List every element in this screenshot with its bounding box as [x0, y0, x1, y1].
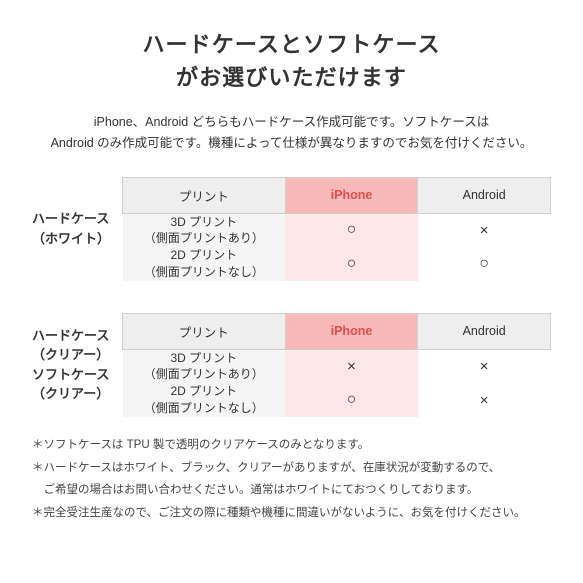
table2-row1-android: ×	[418, 349, 551, 383]
table2: プリント iPhone Android 3D プリント（側面プリントあり） × …	[122, 313, 551, 417]
note3: ご希望の場合はお問い合わせください。通常はホワイトにておつくりしております。	[32, 480, 551, 501]
table1-row1-iphone: ○	[285, 213, 418, 247]
note4: ＊完全受注生産なので、ご注文の際に種類や機種に間違いがないように、お気を付けくだ…	[32, 503, 551, 524]
subtitle-text: iPhone、Android どちらもハードケース作成可能です。ソフトケースは …	[32, 112, 551, 155]
col-iphone-header2: iPhone	[285, 313, 418, 349]
col-android-header1: Android	[418, 177, 551, 213]
col-android-header2: Android	[418, 313, 551, 349]
table2-row1-print: 3D プリント（側面プリントあり）	[123, 349, 286, 383]
table1-row1-print: 3D プリント（側面プリントあり）	[123, 213, 286, 247]
table2-row2: 2D プリント（側面プリントなし） ○ ×	[123, 383, 551, 417]
table2-row2-android: ×	[418, 383, 551, 417]
col-print-header2: プリント	[123, 313, 286, 349]
table2-section-label2: ソフトケース（クリアー）	[32, 367, 115, 402]
note1: ＊ソフトケースは TPU 製で透明のクリアケースのみとなります。	[32, 435, 551, 456]
page-container: ハードケースとソフトケース がお選びいただけます iPhone、Android …	[0, 0, 583, 550]
table2-section: ハードケース（クリアー） ソフトケース（クリアー） プリント iPhone A	[32, 313, 551, 417]
table1: プリント iPhone Android 3D プリント（側面プリントあり） ○ …	[122, 177, 551, 281]
table2-row1: 3D プリント（側面プリントあり） × ×	[123, 349, 551, 383]
table1-section: ハードケース（ホワイト） プリント iPhone Android	[32, 177, 551, 281]
table1-row2: 2D プリント（側面プリントなし） ○ ○	[123, 247, 551, 281]
table1-row2-android: ○	[418, 247, 551, 281]
col-print-header1: プリント	[123, 177, 286, 213]
col-iphone-header1: iPhone	[285, 177, 418, 213]
table2-row2-iphone: ○	[285, 383, 418, 417]
table1-row1-android: ×	[418, 213, 551, 247]
notes-section: ＊ソフトケースは TPU 製で透明のクリアケースのみとなります。 ＊ハードケース…	[32, 435, 551, 524]
note2: ＊ハードケースはホワイト、ブラック、クリアーがありますが、在庫状況が変動するので…	[32, 458, 551, 479]
table1-row1: 3D プリント（側面プリントあり） ○ ×	[123, 213, 551, 247]
table2-row2-print: 2D プリント（側面プリントなし）	[123, 383, 286, 417]
table1-section-label: ハードケース（ホワイト）	[32, 211, 116, 246]
table1-row2-print: 2D プリント（側面プリントなし）	[123, 247, 286, 281]
table2-row1-iphone: ×	[285, 349, 418, 383]
page-title: ハードケースとソフトケース がお選びいただけます	[32, 28, 551, 94]
table1-row2-iphone: ○	[285, 247, 418, 281]
table2-section-label1: ハードケース（クリアー）	[32, 328, 115, 363]
